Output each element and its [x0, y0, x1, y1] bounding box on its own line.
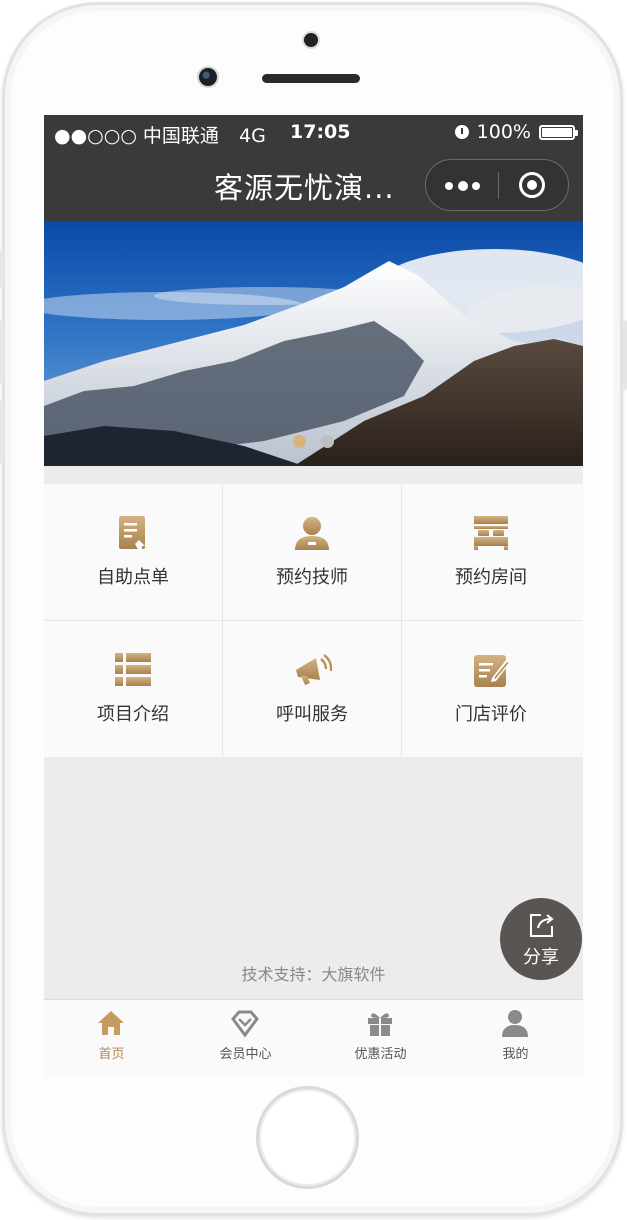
diamond-icon	[231, 1010, 259, 1038]
carrier-network: ●●○○○ 中国联通 4G	[54, 121, 266, 148]
tab-label: 首页	[98, 1047, 125, 1062]
user-icon	[502, 1010, 528, 1037]
carrier-label: ●●○○○ 中国联通	[54, 125, 219, 147]
menu-item-self-order[interactable]: 自助点单	[44, 484, 222, 620]
power-button	[623, 320, 627, 390]
menu-item-label: 门店评价	[455, 704, 527, 725]
menu-item-label: 预约房间	[455, 567, 527, 588]
gift-icon	[368, 1013, 392, 1036]
tab-bar: 首页 会员中心 优惠活动 我的	[44, 999, 583, 1077]
tab-label: 会员中心	[219, 1047, 272, 1062]
menu-item-label: 呼叫服务	[276, 704, 348, 725]
menu-item-label: 预约技师	[276, 567, 348, 588]
alarm-icon	[454, 125, 469, 139]
status-right: 100%	[454, 121, 578, 143]
miniprogram-capsule	[425, 159, 569, 211]
page-title: 客源无忧演...	[214, 171, 395, 205]
earpiece-speaker	[262, 74, 360, 83]
home-icon	[98, 1011, 124, 1035]
tab-mine[interactable]: 我的	[448, 1000, 583, 1077]
tab-label: 我的	[502, 1047, 529, 1062]
battery-percent: 100%	[476, 121, 531, 143]
megaphone-icon	[296, 654, 332, 685]
tab-promotions[interactable]: 优惠活动	[313, 1000, 448, 1077]
carousel-dot-active[interactable]	[293, 435, 306, 448]
menu-item-call-service[interactable]: 呼叫服务	[223, 621, 401, 757]
order-icon	[119, 516, 145, 551]
close-miniprogram-icon[interactable]	[519, 172, 545, 198]
menu-item-store-review[interactable]: 门店评价	[402, 621, 580, 757]
more-options-icon[interactable]	[445, 180, 481, 192]
review-edit-icon	[474, 655, 510, 687]
clock: 17:05	[290, 121, 351, 143]
menu-item-label: 自助点单	[97, 567, 169, 588]
volume-down-button	[0, 400, 4, 464]
technician-icon	[295, 517, 329, 550]
tab-home[interactable]: 首页	[44, 1000, 179, 1077]
proximity-sensor	[304, 33, 318, 47]
carousel-dot[interactable]	[321, 435, 334, 448]
share-label: 分享	[523, 947, 559, 968]
network-type: 4G	[238, 125, 266, 147]
capsule-divider	[498, 172, 499, 199]
room-bed-icon	[474, 516, 508, 550]
volume-up-button	[0, 320, 4, 384]
home-button[interactable]	[259, 1089, 356, 1186]
nav-bar: 客源无忧演...	[44, 151, 583, 221]
tab-label: 优惠活动	[354, 1047, 407, 1062]
feature-grid: 自助点单 预约技师 预约房间 项目介绍 呼叫服务 门店评价	[44, 484, 583, 757]
menu-item-book-room[interactable]: 预约房间	[402, 484, 580, 620]
status-bar: ●●○○○ 中国联通 4G 17:05 100%	[44, 115, 583, 151]
share-icon	[530, 914, 554, 937]
mute-switch	[0, 250, 4, 288]
battery-icon	[539, 124, 578, 140]
menu-item-project-intro[interactable]: 项目介绍	[44, 621, 222, 757]
share-button[interactable]: 分享	[500, 898, 582, 980]
menu-item-book-technician[interactable]: 预约技师	[223, 484, 401, 620]
menu-item-label: 项目介绍	[97, 704, 169, 725]
app-screen: ●●○○○ 中国联通 4G 17:05 100% 客源无忧演... 自助点单 预…	[44, 115, 583, 1077]
front-camera	[199, 68, 217, 86]
mountain-banner-image	[44, 221, 583, 466]
list-icon	[115, 653, 151, 686]
tab-member-center[interactable]: 会员中心	[178, 1000, 313, 1077]
banner-carousel[interactable]	[44, 221, 583, 466]
